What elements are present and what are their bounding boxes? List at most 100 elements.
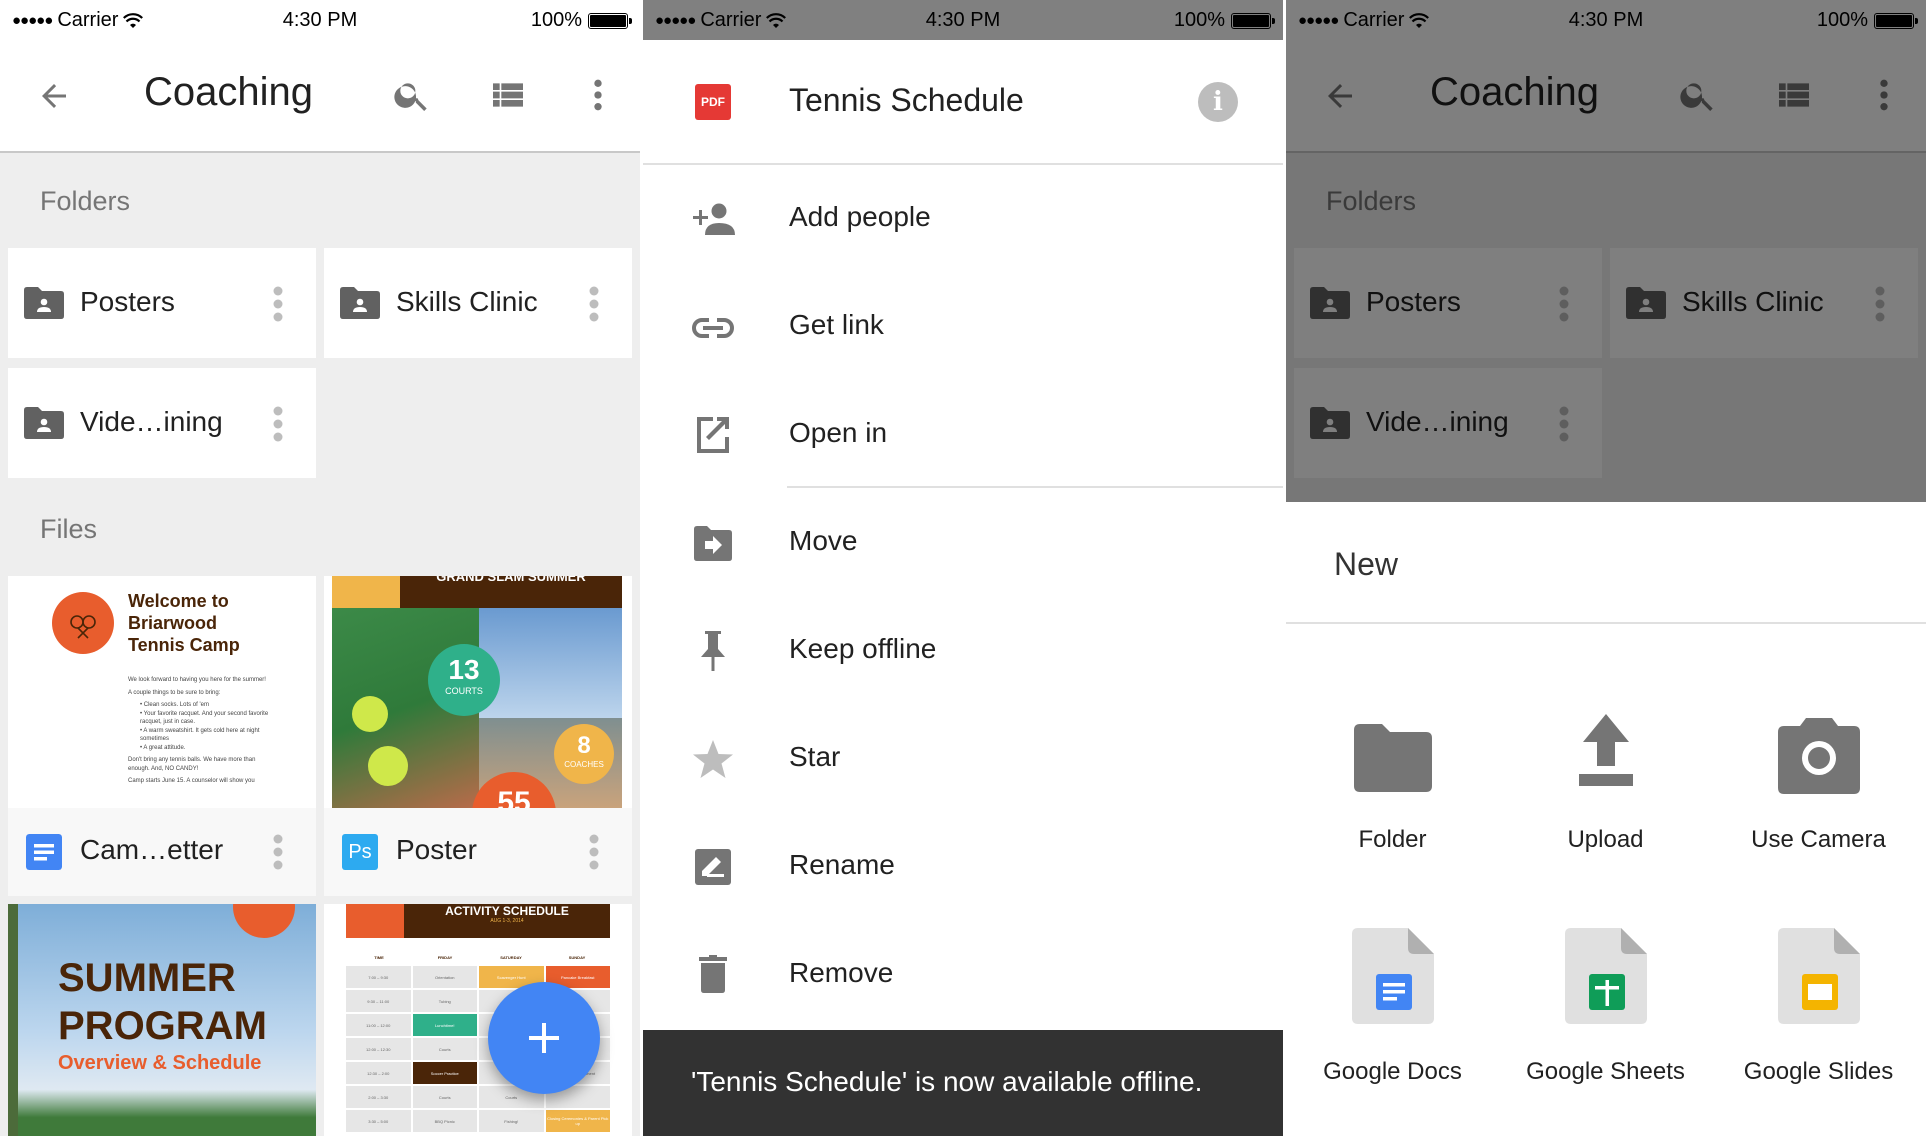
folder-card[interactable]: Skills Clinic	[324, 248, 632, 358]
more-vert-icon[interactable]	[588, 286, 600, 322]
info-button[interactable]: i	[1198, 82, 1238, 122]
battery-icon	[588, 12, 632, 29]
schedule-time-cell: 12:30 – 2:00	[346, 1062, 411, 1084]
menu-item-move[interactable]: Move	[643, 489, 1283, 597]
schedule-time-cell: 11:00 – 12:00	[346, 1014, 411, 1036]
thumb-heading-line: Tennis Camp	[128, 635, 240, 655]
thumb-body-line: • A warm sweatshirt. It gets cold here a…	[140, 727, 260, 743]
schedule-column-header: TIME	[374, 954, 384, 960]
schedule-cell: Orientation	[412, 966, 477, 988]
battery-percent: 100%	[1173, 9, 1225, 31]
file-card[interactable]: Welcome to Briarwood Tennis Camp We look…	[8, 576, 316, 896]
search-icon[interactable]	[392, 75, 432, 115]
shared-folder-icon	[24, 287, 64, 319]
more-vert-icon[interactable]	[578, 75, 618, 115]
thumb-body-line: Camp starts June 15. A counselor will sh…	[128, 778, 255, 784]
page-title: Coaching	[144, 70, 314, 114]
scrim-overlay[interactable]	[1286, 0, 1926, 502]
schedule-cell: Lunchtime!	[412, 1014, 477, 1036]
star-icon	[693, 740, 733, 778]
file-thumbnail: GRAND SLAM SUMMER 13 COURTS 8 COACHES 55	[332, 576, 622, 808]
new-folder-option[interactable]: Folder	[1286, 712, 1499, 912]
more-vert-icon[interactable]	[588, 834, 600, 870]
menu-item-rename[interactable]: Rename	[643, 813, 1283, 921]
folder-name: Vide…ining	[80, 406, 223, 437]
use-camera-option[interactable]: Use Camera	[1712, 712, 1925, 912]
menu-item-keep-offline[interactable]: Keep offline	[643, 597, 1283, 705]
battery-percent: 100%	[530, 9, 582, 31]
menu-label: Get link	[789, 309, 884, 340]
app-bar: Coaching	[0, 40, 640, 153]
plus-icon	[529, 1023, 559, 1053]
option-label: Google Slides	[1743, 1058, 1894, 1085]
schedule-cell: BBQ Picnic	[412, 1110, 477, 1132]
trash-icon	[699, 955, 727, 993]
status-bar: ●●●●● Carrier 4:30 PM 100%	[643, 0, 1283, 40]
thumb-heading-line: Welcome to	[128, 591, 229, 611]
snackbar: 'Tennis Schedule' is now available offli…	[643, 1030, 1283, 1136]
thumb-body-line: We look forward to having you here for t…	[128, 677, 266, 683]
link-icon	[692, 317, 734, 339]
pin-icon	[701, 631, 725, 671]
file-thumbnail: Welcome to Briarwood Tennis Camp We look…	[8, 576, 316, 808]
more-vert-icon[interactable]	[272, 286, 284, 322]
schedule-time-cell: 9:30 – 11:00	[346, 990, 411, 1012]
camera-icon	[1778, 718, 1860, 794]
menu-item-open-in[interactable]: Open in	[643, 381, 1283, 489]
stat-value: 55	[497, 786, 531, 808]
folder-card[interactable]: Posters	[8, 248, 316, 358]
folder-card[interactable]: Vide…ining	[8, 368, 316, 478]
new-item-sheet: New Folder Upload Use Camera Google Docs…	[1286, 502, 1926, 1136]
schedule-row: 3:30 – 5:00 BBQ Picnic Fishing! Closing Cer…	[346, 1110, 610, 1132]
option-label: Upload	[1567, 826, 1644, 853]
new-item-fab[interactable]	[488, 982, 600, 1094]
option-label: Folder	[1358, 826, 1427, 853]
list-view-icon[interactable]	[488, 75, 528, 115]
files-heading: Files	[40, 514, 98, 544]
schedule-cell: Closing Ceremonies & Parent Pick up	[545, 1110, 610, 1132]
upload-option[interactable]: Upload	[1499, 712, 1712, 912]
folders-heading: Folders	[40, 186, 131, 216]
google-sheets-option[interactable]: Google Sheets	[1499, 928, 1712, 1128]
shared-folder-icon	[24, 407, 64, 439]
thumb-body-line: Don't bring any tennis balls. We have mo…	[128, 757, 256, 772]
menu-item-remove[interactable]: Remove	[643, 921, 1283, 1029]
schedule-title: ACTIVITY SCHEDULE	[445, 904, 569, 918]
file-footer: Ps Poster	[324, 808, 632, 896]
menu-item-add-people[interactable]: Add people	[643, 165, 1283, 273]
thumb-subtitle: Overview & Schedule	[58, 1052, 262, 1074]
battery-icon	[1231, 12, 1275, 29]
google-docs-option[interactable]: Google Docs	[1286, 928, 1499, 1128]
google-docs-file-icon	[1352, 928, 1434, 1024]
google-sheets-file-icon	[1565, 928, 1647, 1024]
thumb-body-line: • Clean socks. Lots of 'em	[140, 702, 209, 708]
file-card[interactable]: GRAND SLAM SUMMER 13 COURTS 8 COACHES 55…	[324, 576, 632, 896]
schedule-column-header: SATURDAY	[500, 954, 522, 960]
google-slides-option[interactable]: Google Slides	[1712, 928, 1925, 1128]
menu-label: Add people	[789, 201, 931, 232]
photoshop-icon: Ps	[342, 834, 378, 870]
stat-value: 13	[448, 654, 480, 685]
sheet-divider	[1286, 622, 1926, 624]
camp-logo	[233, 904, 295, 938]
file-name: Cam…etter	[80, 834, 224, 865]
status-bar: ●●●●● Carrier 4:30 PM 100%	[0, 0, 640, 40]
file-name: Poster	[396, 834, 477, 865]
google-docs-icon	[26, 834, 62, 870]
menu-divider	[787, 486, 1283, 488]
back-arrow-icon[interactable]	[36, 78, 72, 114]
schedule-header-row: TIME FRIDAY SATURDAY SUNDAY	[346, 950, 610, 964]
thumb-body-line: • A great attitude.	[140, 744, 186, 751]
snackbar-message: 'Tennis Schedule' is now available offli…	[691, 1066, 1203, 1097]
more-vert-icon[interactable]	[272, 834, 284, 870]
menu-label: Remove	[789, 957, 894, 988]
more-vert-icon[interactable]	[272, 406, 284, 442]
folder-icon	[1354, 724, 1432, 792]
menu-label: Keep offline	[789, 633, 937, 664]
menu-item-star[interactable]: Star	[643, 705, 1283, 813]
thumb-title: SUMMER	[58, 956, 236, 1000]
file-card[interactable]: SUMMER PROGRAM Overview & Schedule	[8, 904, 316, 1136]
schedule-cell: Courts	[412, 1086, 477, 1108]
menu-item-get-link[interactable]: Get link	[643, 273, 1283, 381]
move-to-folder-icon	[694, 526, 732, 561]
